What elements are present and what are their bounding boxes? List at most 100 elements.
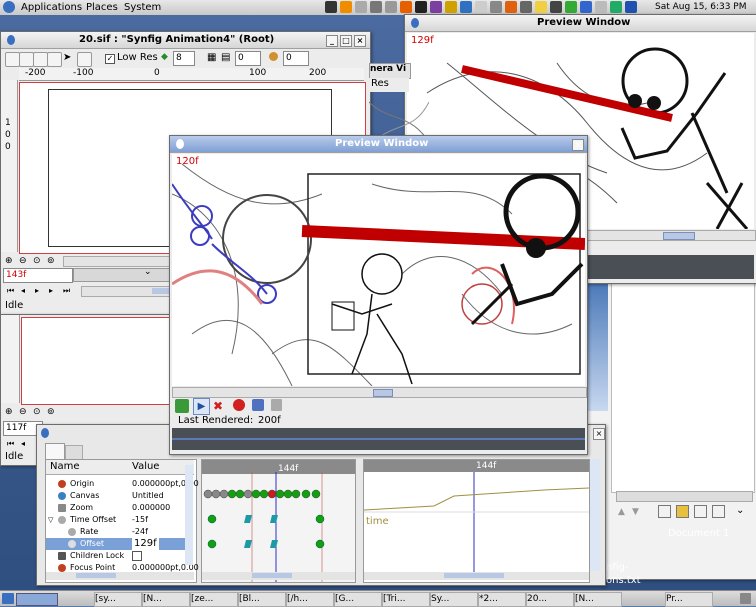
foot-icon[interactable] <box>3 1 15 13</box>
printer-icon[interactable] <box>520 1 532 13</box>
places-menu[interactable]: Places <box>86 0 118 15</box>
clock[interactable]: Sat Aug 15, 6:33 PM <box>655 0 747 15</box>
desktop-file-label-1[interactable]: nfig- <box>606 562 629 573</box>
pidgin-icon[interactable] <box>430 1 442 13</box>
close-button[interactable]: × <box>572 139 584 151</box>
second-canvas-workarea[interactable] <box>21 317 173 405</box>
canvas-time-field[interactable]: 143f <box>3 268 73 283</box>
preview-front-titlebar[interactable]: Preview Window × <box>170 136 587 153</box>
inkscape-icon[interactable] <box>415 1 427 13</box>
encapsulate-icon[interactable] <box>676 505 689 518</box>
partial-window-titlebar[interactable]: nera Vi <box>369 63 411 79</box>
network-icon[interactable] <box>460 1 472 13</box>
toggle-tangent-icon[interactable] <box>19 52 34 67</box>
curves-panel[interactable]: 144f time <box>363 459 590 583</box>
pencil-icon[interactable] <box>77 52 92 67</box>
window-menu-icon[interactable] <box>41 428 49 438</box>
param-row-children-lock[interactable]: Children Lock <box>46 550 191 562</box>
params-hscrollbar[interactable] <box>46 572 194 580</box>
zoom-in-icon[interactable]: ⊕ <box>5 407 13 417</box>
scanner-icon[interactable] <box>385 1 397 13</box>
onion-skin-icon[interactable]: ▤ <box>221 52 230 63</box>
duplicate-icon[interactable] <box>658 505 671 518</box>
seek-prev-icon[interactable]: ◂ <box>21 439 25 448</box>
stop-icon[interactable]: ✖ <box>213 399 223 413</box>
terminal-icon[interactable] <box>325 1 337 13</box>
minimize-button[interactable]: _ <box>326 35 338 47</box>
scroll-thumb[interactable] <box>373 389 393 397</box>
past-onion-spinner[interactable]: 0 <box>235 51 261 66</box>
workspace-switcher[interactable] <box>16 593 58 606</box>
close-button[interactable]: × <box>354 35 366 47</box>
seek-begin-icon[interactable]: ⏮ <box>7 286 14 296</box>
preview-back-scroll-thumb[interactable] <box>663 232 695 240</box>
erase-icon[interactable] <box>271 399 282 411</box>
window-menu-icon[interactable] <box>7 35 15 45</box>
grid-icon[interactable]: ▦ <box>207 52 216 63</box>
show-desktop-icon[interactable] <box>2 593 14 604</box>
param-row-canvas[interactable]: Canvas Untitled <box>46 490 191 502</box>
volume-icon[interactable] <box>550 1 562 13</box>
desktop-file-label-2[interactable]: ons.txt <box>606 575 641 586</box>
preview-back-timebar[interactable] <box>575 255 754 279</box>
chevron-down-icon[interactable]: ⌄ <box>736 505 744 516</box>
mail-icon[interactable] <box>475 1 487 13</box>
toggle-duck-icon[interactable] <box>5 52 20 67</box>
timetrack-hscrollbar[interactable] <box>202 572 355 580</box>
timetrack-panel[interactable]: 144f <box>201 459 356 583</box>
zoom-out-icon[interactable]: ⊖ <box>19 256 27 266</box>
low-res-spinner[interactable]: 8 <box>173 51 195 66</box>
param-row-offset[interactable]: Offset 129f <box>46 538 191 550</box>
battery-icon[interactable] <box>565 1 577 13</box>
close-button[interactable]: × <box>593 428 605 440</box>
curves-hscrollbar[interactable] <box>364 572 589 580</box>
dock-scrollbar[interactable] <box>616 491 753 502</box>
expander-triangle-icon[interactable]: ▽ <box>48 514 53 526</box>
vlc-icon[interactable] <box>340 1 352 13</box>
render-icon[interactable] <box>175 399 189 413</box>
param-row-rate[interactable]: Rate -24f <box>46 526 191 538</box>
delete-layer-icon[interactable] <box>712 505 725 518</box>
calculator-icon[interactable] <box>370 1 382 13</box>
params-vscrollbar[interactable] <box>185 465 193 565</box>
group-icon[interactable] <box>694 505 707 518</box>
search-icon[interactable] <box>595 1 607 13</box>
future-onion-spinner[interactable]: 0 <box>283 51 309 66</box>
param-row-origin[interactable]: Origin 0.000000pt,0.00 <box>46 478 199 490</box>
scroll-thumb[interactable] <box>444 573 504 578</box>
canvas-titlebar[interactable]: 20.sif : "Synfig Animation4" (Root) _ □ … <box>1 32 370 49</box>
audio-icon[interactable] <box>252 399 264 411</box>
toggle-width-icon[interactable] <box>47 52 62 67</box>
seek-prev-icon[interactable]: ◂ <box>21 286 25 295</box>
seek-end-icon[interactable]: ⏭ <box>63 286 70 296</box>
param-row-zoom[interactable]: Zoom 0.000000 <box>46 502 191 514</box>
trash-icon[interactable] <box>740 593 751 604</box>
children-lock-checkbox[interactable] <box>132 551 142 561</box>
clipboard-icon[interactable] <box>490 1 502 13</box>
weather-icon[interactable] <box>535 1 547 13</box>
window-menu-icon[interactable] <box>176 139 184 149</box>
system-menu[interactable]: System <box>124 0 161 15</box>
preview-back-titlebar[interactable]: Preview Window <box>405 15 756 32</box>
params-tab-icon[interactable] <box>45 443 65 460</box>
seek-next-icon[interactable]: ▸ <box>49 286 53 295</box>
low-res-checkbox[interactable]: ✓ <box>105 54 115 64</box>
down-arrow-icon[interactable]: ▼ <box>632 507 639 517</box>
seek-begin-icon[interactable]: ⏮ <box>7 439 14 449</box>
maximize-button[interactable]: □ <box>340 35 352 47</box>
curves-vscrollbar[interactable] <box>590 459 600 571</box>
window-menu-icon[interactable] <box>411 18 419 28</box>
firefox-icon[interactable] <box>400 1 412 13</box>
gear-icon[interactable] <box>505 1 517 13</box>
toggle-radius-icon[interactable] <box>33 52 48 67</box>
pointer-icon[interactable]: ➤ <box>63 52 76 65</box>
chat-icon[interactable] <box>580 1 592 13</box>
update-icon[interactable] <box>610 1 622 13</box>
zoom-fit-icon[interactable]: ⊙ <box>33 407 41 417</box>
onion-hand-icon[interactable] <box>269 52 278 61</box>
col-value-header[interactable]: Value <box>132 461 159 472</box>
applications-menu[interactable]: Applications <box>21 0 82 15</box>
scroll-thumb[interactable] <box>76 573 116 578</box>
scroll-thumb[interactable] <box>252 573 292 578</box>
bluetooth-icon[interactable] <box>625 1 637 13</box>
